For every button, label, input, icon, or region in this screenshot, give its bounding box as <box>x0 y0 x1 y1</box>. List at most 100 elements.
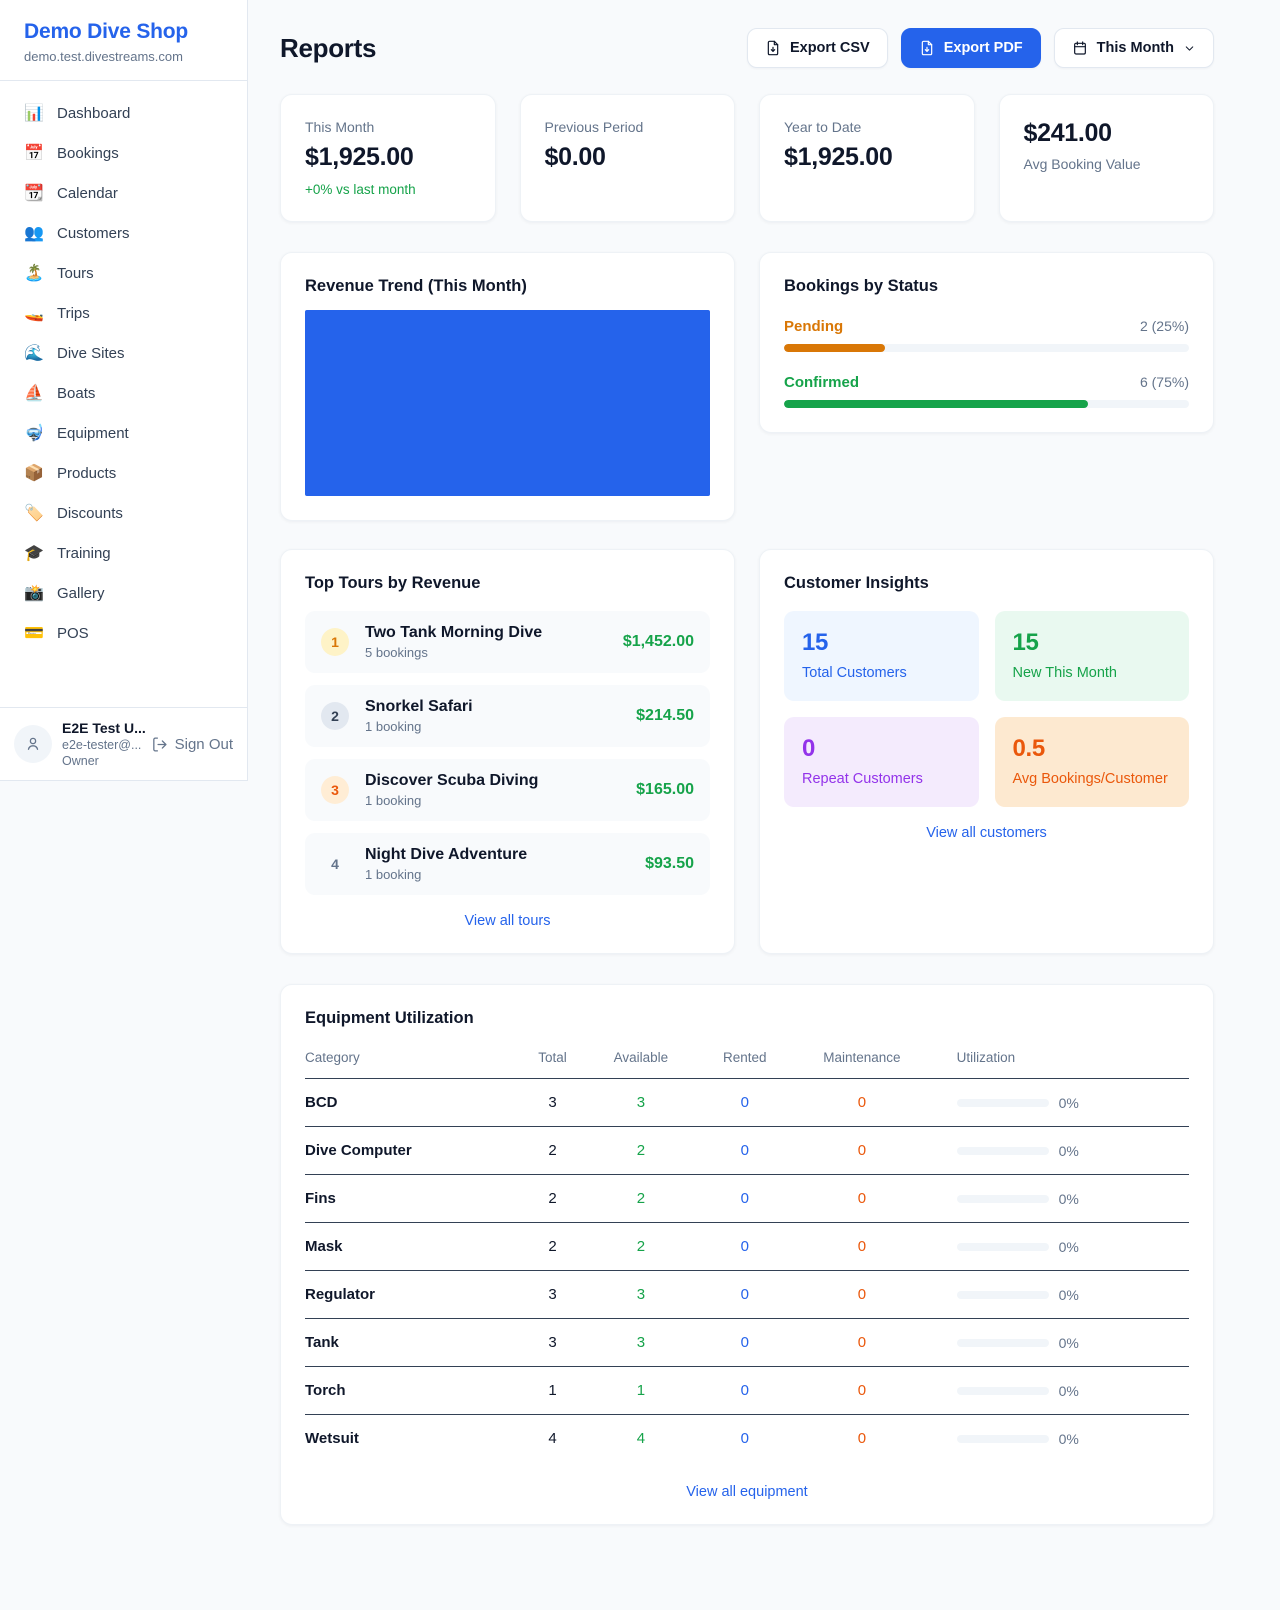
rank-badge: 1 <box>321 628 349 656</box>
user-name: E2E Test U... <box>62 720 141 736</box>
status-label: Pending <box>784 318 843 335</box>
table-row: Mask 2 2 0 0 0% <box>305 1223 1189 1271</box>
sidebar-item-label: Dive Sites <box>57 345 125 362</box>
cell-rented: 0 <box>698 1079 791 1127</box>
sidebar-item-training[interactable]: 🎓Training <box>12 535 235 572</box>
sidebar-item-bookings[interactable]: 📅Bookings <box>12 135 235 172</box>
sidebar-item-customers[interactable]: 👥Customers <box>12 215 235 252</box>
status-label: Confirmed <box>784 374 859 391</box>
user-meta: E2E Test U... e2e-tester@... Owner <box>62 720 141 768</box>
sidebar-item-label: Products <box>57 465 116 482</box>
sidebar-item-pos[interactable]: 💳POS <box>12 615 235 652</box>
cell-category: Torch <box>305 1367 522 1415</box>
sidebar-item-discounts[interactable]: 🏷️Discounts <box>12 495 235 532</box>
tour-list-item[interactable]: 1 Two Tank Morning Dive5 bookings $1,452… <box>305 611 710 673</box>
column-header-category: Category <box>305 1042 522 1079</box>
column-header-rented: Rented <box>698 1042 791 1079</box>
cell-rented: 0 <box>698 1175 791 1223</box>
page-title: Reports <box>280 33 376 64</box>
utilization-label: 0% <box>1059 1383 1079 1399</box>
tour-list-item[interactable]: 2 Snorkel Safari1 booking $214.50 <box>305 685 710 747</box>
cell-total: 2 <box>522 1127 584 1175</box>
utilization-track <box>957 1195 1049 1203</box>
insight-total-customers: 15 Total Customers <box>784 611 979 701</box>
period-label: This Month <box>1097 40 1174 56</box>
sidebar-item-label: Gallery <box>57 585 105 602</box>
utilization-label: 0% <box>1059 1191 1079 1207</box>
cell-rented: 0 <box>698 1127 791 1175</box>
progress-track <box>784 400 1189 408</box>
table-row: Fins 2 2 0 0 0% <box>305 1175 1189 1223</box>
revenue-trend-title: Revenue Trend (This Month) <box>305 277 710 296</box>
diving-mask-icon: 🤿 <box>24 426 44 442</box>
view-all-equipment-link[interactable]: View all equipment <box>686 1484 807 1500</box>
sidebar-item-equipment[interactable]: 🤿Equipment <box>12 415 235 452</box>
cell-total: 2 <box>522 1223 584 1271</box>
cell-available: 3 <box>583 1271 698 1319</box>
cell-maintenance: 0 <box>791 1271 932 1319</box>
sidebar-item-tours[interactable]: 🏝️Tours <box>12 255 235 292</box>
cell-category: BCD <box>305 1079 522 1127</box>
sidebar-item-boats[interactable]: ⛵Boats <box>12 375 235 412</box>
utilization-track <box>957 1387 1049 1395</box>
sidebar-item-dashboard[interactable]: 📊Dashboard <box>12 95 235 132</box>
cell-available: 2 <box>583 1175 698 1223</box>
top-tours-title: Top Tours by Revenue <box>305 574 710 593</box>
table-row: Regulator 3 3 0 0 0% <box>305 1271 1189 1319</box>
cell-total: 2 <box>522 1175 584 1223</box>
tour-bookings: 5 bookings <box>365 645 607 660</box>
tour-name: Night Dive Adventure <box>365 846 527 863</box>
sidebar-nav: 📊Dashboard 📅Bookings 📆Calendar 👥Customer… <box>0 81 247 669</box>
sidebar-item-label: Tours <box>57 265 94 282</box>
stat-card-previous-period: Previous Period $0.00 <box>520 94 736 222</box>
stat-label: Avg Booking Value <box>1024 156 1190 172</box>
table-row: Tank 3 3 0 0 0% <box>305 1319 1189 1367</box>
insight-avg-bookings: 0.5 Avg Bookings/Customer <box>995 717 1190 807</box>
cell-utilization: 0% <box>933 1271 1189 1319</box>
bookings-by-status-card: Bookings by Status Pending 2 (25%) Confi… <box>759 252 1214 433</box>
cell-rented: 0 <box>698 1367 791 1415</box>
view-all-tours-link[interactable]: View all tours <box>465 913 551 929</box>
equipment-table: Category Total Available Rented Maintena… <box>305 1042 1189 1462</box>
sidebar-item-label: Customers <box>57 225 130 242</box>
insight-value: 0.5 <box>1013 735 1172 763</box>
credit-card-icon: 💳 <box>24 626 44 642</box>
bar-chart-icon: 📊 <box>24 106 44 122</box>
insight-value: 15 <box>802 629 961 657</box>
utilization-track <box>957 1435 1049 1443</box>
calendar-icon <box>1072 40 1088 56</box>
rank-badge: 3 <box>321 776 349 804</box>
utilization-label: 0% <box>1059 1431 1079 1447</box>
tour-revenue: $214.50 <box>636 707 694 725</box>
cell-maintenance: 0 <box>791 1223 932 1271</box>
cell-total: 3 <box>522 1271 584 1319</box>
insights-row: Top Tours by Revenue 1 Two Tank Morning … <box>280 549 1214 954</box>
period-dropdown[interactable]: This Month <box>1054 28 1214 68</box>
utilization-label: 0% <box>1059 1143 1079 1159</box>
export-csv-button[interactable]: Export CSV <box>747 28 888 68</box>
customer-insights-title: Customer Insights <box>784 574 1189 593</box>
sidebar-item-products[interactable]: 📦Products <box>12 455 235 492</box>
customer-insights-card: Customer Insights 15 Total Customers 15 … <box>759 549 1214 954</box>
sidebar-item-label: Boats <box>57 385 95 402</box>
stat-label: This Month <box>305 119 471 135</box>
user-section: E2E Test U... e2e-tester@... Owner Sign … <box>0 707 247 780</box>
sidebar-item-calendar[interactable]: 📆Calendar <box>12 175 235 212</box>
tour-list-item[interactable]: 3 Discover Scuba Diving1 booking $165.00 <box>305 759 710 821</box>
sidebar-item-label: Discounts <box>57 505 123 522</box>
sidebar-item-trips[interactable]: 🚤Trips <box>12 295 235 332</box>
rank-badge: 2 <box>321 702 349 730</box>
stat-value: $241.00 <box>1024 119 1190 148</box>
export-pdf-button[interactable]: Export PDF <box>901 28 1041 68</box>
sign-out-button[interactable]: Sign Out <box>151 736 233 753</box>
tour-list-item[interactable]: 4 Night Dive Adventure1 booking $93.50 <box>305 833 710 895</box>
sidebar-item-dive-sites[interactable]: 🌊Dive Sites <box>12 335 235 372</box>
sidebar-item-gallery[interactable]: 📸Gallery <box>12 575 235 612</box>
utilization-label: 0% <box>1059 1287 1079 1303</box>
view-all-customers-link[interactable]: View all customers <box>926 825 1047 841</box>
progress-fill <box>784 344 885 352</box>
stat-label: Year to Date <box>784 119 950 135</box>
grad-cap-icon: 🎓 <box>24 546 44 562</box>
charts-row: Revenue Trend (This Month) Bookings by S… <box>280 252 1214 521</box>
cell-category: Dive Computer <box>305 1127 522 1175</box>
